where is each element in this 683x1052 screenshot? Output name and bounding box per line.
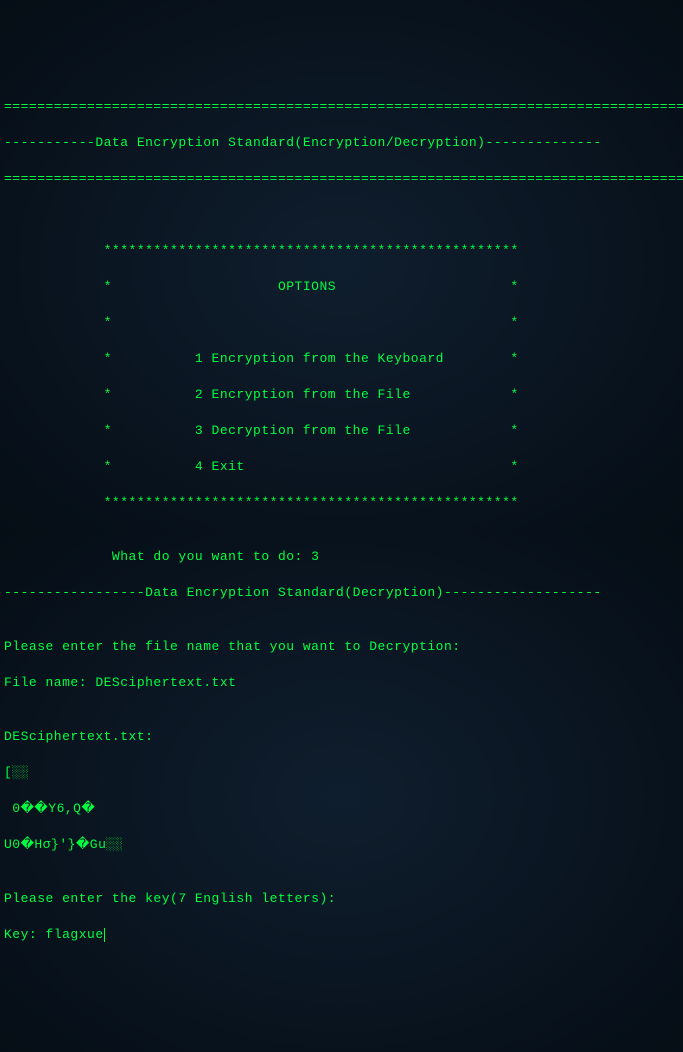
- border-bottom: ========================================…: [4, 170, 679, 188]
- options-top: ****************************************…: [4, 242, 679, 260]
- option-3: * 3 Decryption from the File *: [4, 422, 679, 440]
- key-input[interactable]: flagxue: [46, 927, 104, 942]
- ciphertext-line-2: 0��Y6,Q�: [4, 800, 679, 818]
- terminal-output: ========================================…: [4, 80, 679, 962]
- file-name-label: File name:: [4, 675, 95, 690]
- key-prompt: Please enter the key(7 English letters):: [4, 890, 679, 908]
- choice-prompt-label: What do you want to do:: [4, 549, 311, 564]
- file-echo: DESciphertext.txt:: [4, 728, 679, 746]
- header-line: -----------Data Encryption Standard(Encr…: [4, 134, 679, 152]
- ciphertext-line-1: [░░: [4, 764, 679, 782]
- file-name-input[interactable]: DESciphertext.txt: [95, 675, 236, 690]
- ciphertext-line-3: U0�Hσ}'}�Gu░░: [4, 836, 679, 854]
- file-prompt: Please enter the file name that you want…: [4, 638, 679, 656]
- options-title: * OPTIONS *: [4, 278, 679, 296]
- file-name-line: File name: DESciphertext.txt: [4, 674, 679, 692]
- option-1: * 1 Encryption from the Keyboard *: [4, 350, 679, 368]
- border-top: ========================================…: [4, 98, 679, 116]
- option-2: * 2 Encryption from the File *: [4, 386, 679, 404]
- choice-prompt-line: What do you want to do: 3: [4, 548, 679, 566]
- cursor-icon: [104, 928, 105, 942]
- choice-input[interactable]: 3: [311, 549, 319, 564]
- options-spacer: * *: [4, 314, 679, 332]
- sub-header: -----------------Data Encryption Standar…: [4, 584, 679, 602]
- option-4: * 4 Exit *: [4, 458, 679, 476]
- options-bottom: ****************************************…: [4, 494, 679, 512]
- key-line: Key: flagxue: [4, 926, 679, 944]
- key-label: Key:: [4, 927, 46, 942]
